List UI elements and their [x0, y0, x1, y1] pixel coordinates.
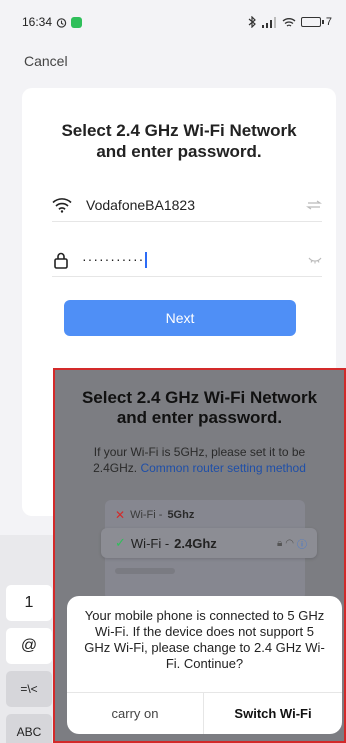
key-1[interactable]: 1	[6, 585, 52, 621]
overlay-description: If your Wi-Fi is 5GHz, please set it to …	[55, 444, 344, 476]
status-right: 7	[248, 16, 332, 28]
status-time: 16:34	[22, 15, 53, 29]
wifi-name: VodafoneBA1823	[86, 196, 195, 213]
text-caret	[145, 252, 148, 269]
cross-icon: ✕	[115, 508, 126, 522]
wifi-5ghz-band: 5Ghz	[167, 509, 195, 521]
signal-icon	[261, 16, 276, 28]
dialog-message: Your mobile phone is connected to 5 GHz …	[84, 608, 325, 671]
wifi-network-field[interactable]: VodafoneBA1823	[52, 188, 322, 222]
battery-level: 7	[325, 16, 332, 28]
page-title: Select 2.4 GHz Wi-Fi Network and enter p…	[61, 121, 297, 161]
wifi-status-icon	[282, 17, 296, 27]
lock-small-icon: 🔒︎	[276, 537, 283, 549]
info-icon: ⓘ	[297, 539, 307, 551]
status-bar: 16:34 7	[0, 0, 346, 44]
next-button[interactable]: Next	[64, 300, 296, 336]
password-value: ···········	[82, 250, 308, 269]
wifi-24ghz-prefix: Wi-Fi -	[130, 535, 170, 551]
key-symbols[interactable]: =\<	[6, 671, 52, 707]
cancel-button[interactable]: Cancel	[24, 53, 68, 69]
wifi-tip-overlay: Select 2.4 GHz Wi-Fi Network and enter p…	[53, 368, 346, 743]
app-notification-icon	[71, 16, 83, 28]
password-field[interactable]: ···········	[52, 243, 322, 277]
password-dots: ···········	[82, 250, 145, 267]
wifi-small-icon: ◠	[285, 537, 294, 549]
key-abc[interactable]: ABC	[6, 714, 52, 743]
wifi-band-illustration: ✕ Wi-Fi - 5Ghz ✓ Wi-Fi - 2.4Ghz 🔒︎ ◠ ⓘ	[101, 500, 317, 600]
wifi-5ghz-prefix: Wi-Fi -	[130, 509, 163, 521]
hide-password-icon[interactable]	[308, 256, 322, 264]
status-left: 16:34	[22, 15, 83, 29]
wifi-icon	[52, 197, 72, 213]
overlay-title: Select 2.4 GHz Wi-Fi Network and enter p…	[81, 388, 318, 427]
check-icon: ✓	[115, 535, 126, 550]
switch-network-icon[interactable]	[306, 200, 322, 210]
lock-icon	[54, 252, 68, 269]
placeholder-bar	[115, 568, 175, 574]
wifi-5ghz-item: ✕ Wi-Fi - 5Ghz	[115, 508, 194, 522]
switch-wifi-button[interactable]: Switch Wi-Fi	[204, 693, 342, 734]
battery-icon	[300, 17, 324, 27]
key-at[interactable]: @	[6, 628, 52, 664]
wifi-24ghz-band: 2.4Ghz	[174, 535, 217, 551]
router-setting-link[interactable]: Common router setting method	[140, 461, 305, 475]
alarm-icon	[56, 17, 67, 28]
wifi-24ghz-item: ✓ Wi-Fi - 2.4Ghz 🔒︎ ◠ ⓘ	[101, 528, 317, 558]
carry-on-button[interactable]: carry on	[67, 693, 204, 734]
confirm-dialog: Your mobile phone is connected to 5 GHz …	[67, 596, 342, 734]
bluetooth-icon	[248, 16, 256, 28]
wifi-item-icons: 🔒︎ ◠ ⓘ	[277, 536, 307, 551]
